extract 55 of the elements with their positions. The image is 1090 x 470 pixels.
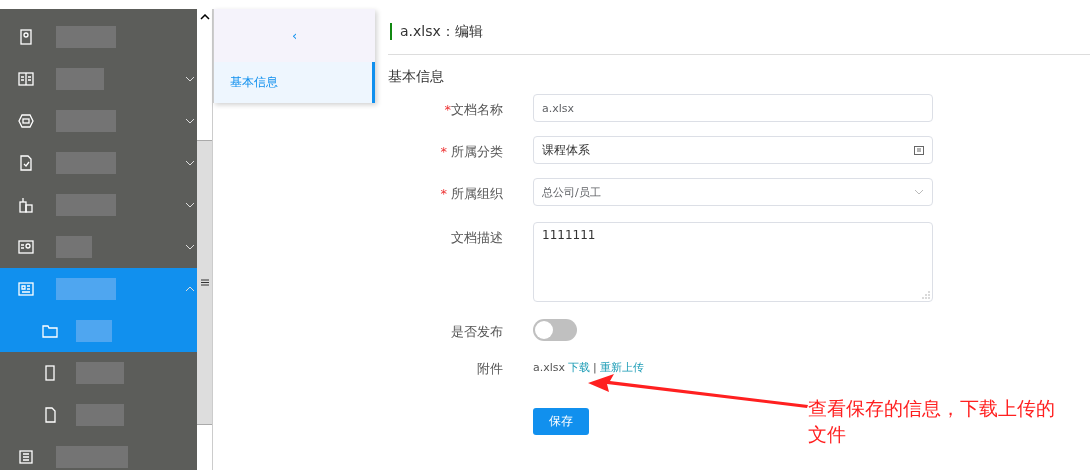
title-accent-bar bbox=[390, 23, 392, 40]
blurred-text bbox=[56, 446, 128, 468]
select-field[interactable]: 总公司/员工 bbox=[533, 178, 933, 206]
text-area[interactable]: 1111111 bbox=[533, 222, 933, 302]
picker-field[interactable]: 课程体系 bbox=[533, 136, 933, 164]
save-button[interactable]: 保存 bbox=[533, 408, 589, 435]
page-title: a.xlsx：编辑 bbox=[400, 22, 483, 41]
input-field[interactable]: a.xlsx bbox=[533, 94, 933, 122]
tab[interactable]: 基本信息 bbox=[214, 62, 375, 103]
scrollbar[interactable] bbox=[197, 9, 213, 470]
field-label: 文档名称 bbox=[451, 102, 503, 117]
field-label: 是否发布 bbox=[451, 324, 503, 339]
required-mark: * bbox=[440, 144, 447, 159]
annotation-text: 查看保存的信息，下载上传的文件 bbox=[808, 396, 1056, 447]
link[interactable]: 重新上传 bbox=[599, 360, 644, 375]
blurred-text bbox=[56, 152, 116, 174]
field-label: 文档描述 bbox=[451, 230, 503, 245]
hexagon-icon bbox=[18, 113, 34, 129]
grid-icon bbox=[18, 281, 34, 297]
field-label: 附件 bbox=[477, 361, 503, 376]
building-icon bbox=[18, 197, 34, 213]
arrow-up-icon bbox=[199, 14, 210, 20]
badge-icon bbox=[18, 29, 34, 45]
section-heading: 基本信息 bbox=[388, 68, 445, 86]
chevron-down-icon bbox=[914, 189, 924, 195]
blurred-text bbox=[56, 278, 116, 300]
toggle-switch[interactable] bbox=[533, 319, 577, 341]
calendar-icon bbox=[914, 145, 924, 155]
required-mark: * bbox=[444, 102, 451, 117]
document-check-icon bbox=[18, 155, 34, 171]
sidebar-subitem[interactable] bbox=[0, 310, 197, 352]
file-name: a.xlsx bbox=[533, 361, 566, 374]
list-icon bbox=[18, 449, 34, 465]
required-mark: * bbox=[440, 186, 447, 201]
sidebar-item[interactable] bbox=[0, 268, 197, 310]
collapse-button[interactable]: ‹ bbox=[289, 28, 300, 43]
blurred-text bbox=[76, 362, 124, 384]
blurred-text bbox=[56, 110, 116, 132]
grip-icon bbox=[200, 279, 209, 286]
field-label: 所属组织 bbox=[451, 186, 503, 201]
resize-grip-icon bbox=[922, 291, 930, 299]
blurred-text bbox=[76, 404, 124, 426]
blurred-text bbox=[56, 194, 116, 216]
blurred-text bbox=[76, 320, 112, 342]
contact-card-icon bbox=[18, 239, 34, 255]
field-label: 所属分类 bbox=[451, 144, 503, 159]
blurred-text bbox=[56, 68, 104, 90]
folder-icon bbox=[42, 323, 58, 339]
blurred-text bbox=[56, 26, 116, 48]
document-icon bbox=[42, 407, 58, 423]
blurred-text bbox=[56, 236, 92, 258]
book-icon bbox=[18, 71, 34, 87]
link[interactable]: 下载 bbox=[568, 360, 591, 375]
document-icon bbox=[42, 365, 58, 381]
separator: | bbox=[593, 361, 597, 374]
